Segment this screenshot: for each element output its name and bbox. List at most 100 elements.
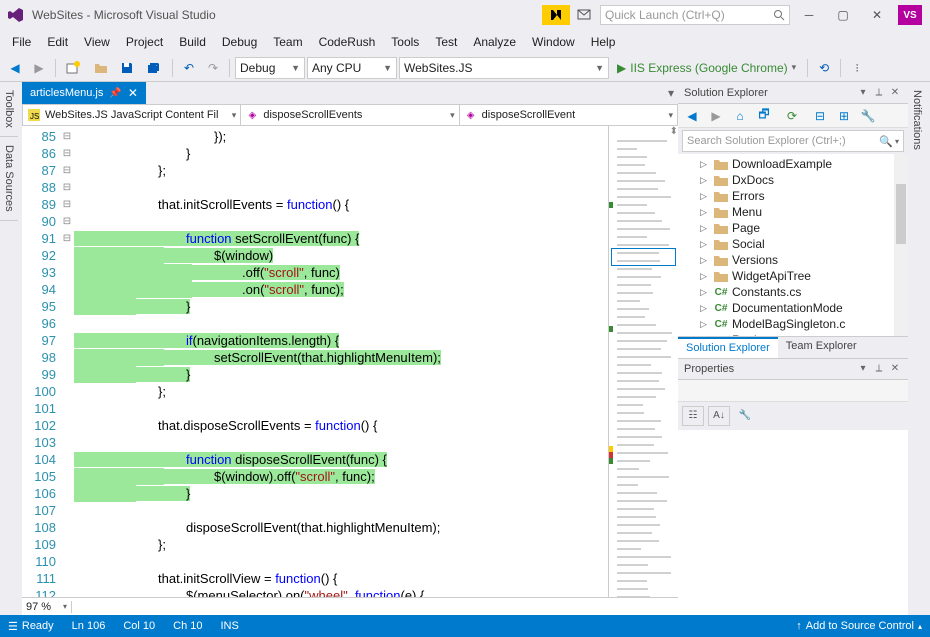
browser-link-button[interactable]: ⟲ bbox=[813, 57, 835, 79]
tree-node[interactable]: ▷DxDocs bbox=[678, 172, 908, 188]
tree-node[interactable]: ▷C#Constants.cs bbox=[678, 284, 908, 300]
tree-node[interactable]: ▷C#DocumentationMode bbox=[678, 300, 908, 316]
menu-project[interactable]: Project bbox=[118, 32, 171, 52]
tree-node[interactable]: ▷DownloadExample bbox=[678, 156, 908, 172]
maximize-button[interactable]: ▢ bbox=[828, 5, 858, 25]
expand-icon[interactable]: ▷ bbox=[700, 287, 710, 298]
collapse-icon[interactable]: ⊟ bbox=[810, 106, 830, 126]
new-project-button[interactable] bbox=[61, 57, 87, 79]
save-all-button[interactable] bbox=[141, 57, 167, 79]
chevron-down-icon[interactable]: ▾ bbox=[895, 137, 899, 146]
back-button[interactable]: ◀ bbox=[682, 106, 702, 126]
nav-member2-combo[interactable]: ◈ disposeScrollEvent▾ bbox=[460, 105, 677, 125]
tree-node[interactable]: ▷C#ModelBagSingleton.c bbox=[678, 316, 908, 332]
platform-combo[interactable]: Any CPU▼ bbox=[307, 57, 397, 79]
alphabetical-icon[interactable]: A↓ bbox=[708, 406, 730, 426]
forward-button[interactable]: ▶ bbox=[706, 106, 726, 126]
properties-icon[interactable]: 🔧 bbox=[858, 106, 878, 126]
menu-build[interactable]: Build bbox=[171, 32, 214, 52]
expand-icon[interactable]: ▷ bbox=[700, 335, 710, 336]
pin-icon[interactable]: 📌 bbox=[109, 88, 121, 99]
minimap[interactable]: ⬍ bbox=[608, 126, 678, 597]
expand-icon[interactable]: ▷ bbox=[700, 255, 710, 266]
vertical-scrollbar[interactable] bbox=[894, 154, 908, 336]
fold-column[interactable]: ⊟⊟⊟⊟⊟⊟⊟ bbox=[60, 126, 74, 597]
menu-edit[interactable]: Edit bbox=[39, 32, 76, 52]
wrench-icon[interactable]: 🔧 bbox=[734, 406, 756, 426]
nav-forward-button[interactable]: ▶ bbox=[28, 57, 50, 79]
start-debug-button[interactable]: ▶ IIS Express (Google Chrome) ▾ bbox=[611, 61, 802, 75]
panel-dropdown-icon[interactable]: ▾ bbox=[856, 363, 870, 374]
nav-member1-combo[interactable]: ◈ disposeScrollEvents▾ bbox=[241, 105, 459, 125]
tree-node[interactable]: ▷Errors bbox=[678, 188, 908, 204]
tree-node[interactable]: ▷WidgetApiTree bbox=[678, 268, 908, 284]
home-icon[interactable]: ⌂ bbox=[730, 106, 750, 126]
minimap-viewport[interactable] bbox=[611, 248, 676, 266]
feedback-flag-icon[interactable] bbox=[542, 5, 570, 25]
menu-help[interactable]: Help bbox=[583, 32, 624, 52]
pin-icon[interactable]: ⟂ bbox=[872, 363, 886, 374]
rail-tab-notifications[interactable]: Notifications bbox=[908, 82, 926, 158]
expand-icon[interactable]: ▷ bbox=[700, 303, 710, 314]
minimize-button[interactable]: ─ bbox=[794, 5, 824, 25]
redo-button[interactable]: ↷ bbox=[202, 57, 224, 79]
properties-grid[interactable] bbox=[678, 430, 908, 616]
close-icon[interactable]: ✕ bbox=[888, 363, 902, 374]
quick-launch-input[interactable]: Quick Launch (Ctrl+Q) bbox=[600, 5, 790, 25]
document-tab-active[interactable]: articlesMenu.js 📌 ✕ bbox=[22, 82, 146, 104]
undo-button[interactable]: ↶ bbox=[178, 57, 200, 79]
nav-scope-combo[interactable]: JS WebSites.JS JavaScript Content Fil▾ bbox=[23, 105, 241, 125]
tree-node[interactable]: ▷Social bbox=[678, 236, 908, 252]
sync-icon[interactable]: 🗗 bbox=[754, 106, 774, 126]
expand-icon[interactable]: ▷ bbox=[700, 223, 710, 234]
open-file-button[interactable] bbox=[89, 57, 113, 79]
panel-tab-team-explorer[interactable]: Team Explorer bbox=[778, 337, 865, 358]
source-control-button[interactable]: ↑ Add to Source Control ▴ bbox=[796, 620, 922, 632]
expand-icon[interactable]: ▷ bbox=[700, 159, 710, 170]
close-button[interactable]: ✕ bbox=[862, 5, 892, 25]
close-icon[interactable]: ✕ bbox=[888, 87, 902, 98]
tree-node[interactable]: ▷Page bbox=[678, 220, 908, 236]
menu-coderush[interactable]: CodeRush bbox=[311, 32, 384, 52]
expand-icon[interactable]: ▷ bbox=[700, 239, 710, 250]
expand-icon[interactable]: ▷ bbox=[700, 271, 710, 282]
save-button[interactable] bbox=[115, 57, 139, 79]
zoom-combo[interactable]: 97 %▾ bbox=[22, 601, 72, 613]
split-grip-icon[interactable]: ⬍ bbox=[670, 126, 678, 137]
close-icon[interactable]: ✕ bbox=[128, 86, 138, 100]
categorized-icon[interactable]: ☷ bbox=[682, 406, 704, 426]
menu-team[interactable]: Team bbox=[265, 32, 310, 52]
refresh-icon[interactable]: ⟳ bbox=[782, 106, 802, 126]
startup-combo[interactable]: WebSites.JS▼ bbox=[399, 57, 609, 79]
expand-icon[interactable]: ▷ bbox=[700, 319, 710, 330]
nav-back-button[interactable]: ◀ bbox=[4, 57, 26, 79]
solution-search-input[interactable]: Search Solution Explorer (Ctrl+;) 🔍 ▾ bbox=[682, 130, 904, 152]
tree-node[interactable]: ▷C#Registry.cs bbox=[678, 332, 908, 336]
rail-tab-toolbox[interactable]: Toolbox bbox=[0, 82, 18, 137]
account-badge[interactable]: VS bbox=[898, 5, 922, 25]
tab-dropdown-icon[interactable]: ▾ bbox=[668, 86, 674, 100]
notifications-icon[interactable] bbox=[574, 7, 594, 23]
menu-test[interactable]: Test bbox=[427, 32, 465, 52]
expand-icon[interactable]: ▷ bbox=[700, 191, 710, 202]
menu-analyze[interactable]: Analyze bbox=[465, 32, 524, 52]
menu-file[interactable]: File bbox=[4, 32, 39, 52]
config-combo[interactable]: Debug▼ bbox=[235, 57, 305, 79]
code-content[interactable]: });}};that.initScrollEvents = function()… bbox=[74, 126, 608, 597]
menu-debug[interactable]: Debug bbox=[214, 32, 265, 52]
show-all-icon[interactable]: ⊞ bbox=[834, 106, 854, 126]
panel-tab-solution-explorer[interactable]: Solution Explorer bbox=[678, 337, 778, 358]
menu-window[interactable]: Window bbox=[524, 32, 583, 52]
panel-dropdown-icon[interactable]: ▾ bbox=[856, 87, 870, 98]
tree-node[interactable]: ▷Menu bbox=[678, 204, 908, 220]
solution-tree[interactable]: ▷DownloadExample▷DxDocs▷Errors▷Menu▷Page… bbox=[678, 154, 908, 336]
expand-icon[interactable]: ▷ bbox=[700, 207, 710, 218]
code-editor[interactable]: 8586878889909192939495969798991001011021… bbox=[22, 126, 678, 597]
menu-view[interactable]: View bbox=[76, 32, 118, 52]
overflow-button[interactable]: ⁝ bbox=[846, 57, 868, 79]
expand-icon[interactable]: ▷ bbox=[700, 175, 710, 186]
pin-icon[interactable]: ⟂ bbox=[872, 87, 886, 98]
menu-tools[interactable]: Tools bbox=[383, 32, 427, 52]
rail-tab-data-sources[interactable]: Data Sources bbox=[0, 137, 18, 221]
tree-node[interactable]: ▷Versions bbox=[678, 252, 908, 268]
